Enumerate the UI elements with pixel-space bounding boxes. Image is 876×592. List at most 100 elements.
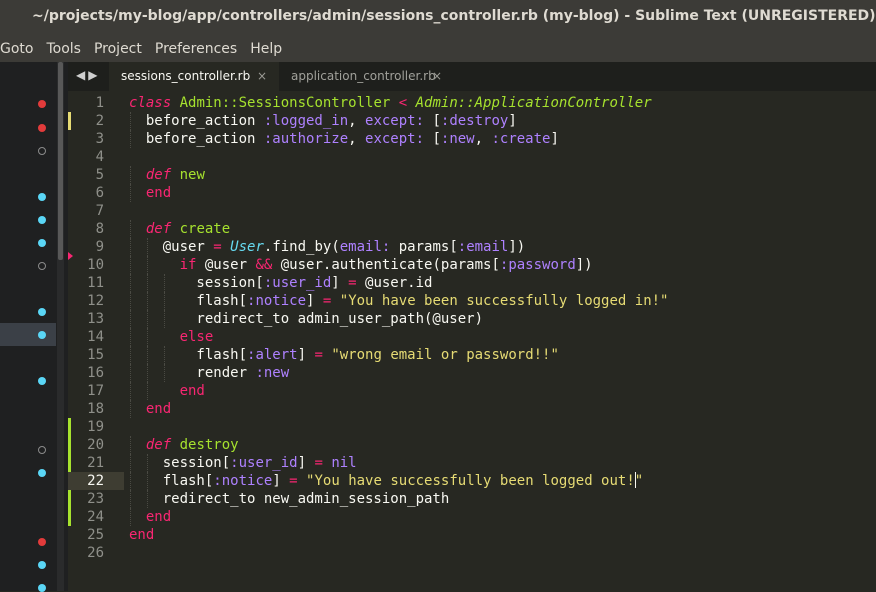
code-token: Admin::SessionsController [179,95,391,111]
code-token: params[ [390,239,458,255]
code-line[interactable]: redirect_to new_admin_session_path [129,490,876,508]
menu-help[interactable]: Help [244,41,288,57]
code-token: :notice [213,473,273,489]
code-token: @user [129,239,214,255]
code-token: [ [424,113,441,129]
code-token: = [348,275,357,291]
code-line[interactable]: def create [129,220,876,238]
code-line[interactable] [129,418,876,436]
code-line[interactable]: end [129,382,876,400]
file-dot [38,193,46,201]
code-line[interactable]: end [129,400,876,418]
code-token: "You have been successfully logged in!" [339,293,669,309]
file-dot [38,239,46,247]
file-dot [38,561,46,569]
indent-guide [163,292,165,310]
indent-guide [146,382,148,400]
code-line[interactable]: def destroy [129,436,876,454]
menu-tools[interactable]: Tools [40,41,87,57]
code-token: new [179,167,205,183]
code-token: session[ [129,455,231,471]
indent-guide [130,238,131,256]
code-line[interactable]: redirect_to admin_user_path(@user) [129,310,876,328]
code-token: && [255,257,273,273]
tab-label: sessions_controller.rb [121,69,251,83]
menu-bar: Goto Tools Project Preferences Help [0,35,876,62]
code-token: ] [508,113,517,129]
menu-goto[interactable]: Goto [0,41,39,57]
indent-guide [146,490,148,508]
code-line[interactable]: end [129,526,876,544]
indent-guide [146,310,148,328]
code-line[interactable]: if @user && @user.authenticate(params[:p… [129,256,876,274]
file-dot [38,377,46,385]
line-number: 16 [87,365,104,381]
code-token: " [634,473,644,489]
menu-project[interactable]: Project [88,41,148,57]
code-line[interactable]: class Admin::SessionsController < Admin:… [129,94,876,112]
code-token: before_action [129,113,264,129]
menu-preferences[interactable]: Preferences [149,41,243,57]
code-token: @user.id [356,275,433,291]
code-editor[interactable]: class Admin::SessionsController < Admin:… [129,94,876,562]
chevron-right-icon[interactable]: ▶ [88,68,100,82]
code-token: :password [499,257,576,273]
code-token: ] [297,347,315,363]
code-token: = [314,347,323,363]
code-token: :email [457,239,509,255]
tab-nav: ◀▶ [76,68,100,82]
code-line[interactable]: before_action :authorize, except: [:new,… [129,130,876,148]
code-line[interactable]: @user = User.find_by(email: params[:emai… [129,238,876,256]
code-line[interactable]: end [129,184,876,202]
close-icon[interactable]: × [432,62,442,91]
indent-guide [146,472,148,490]
line-number: 10 [87,257,104,273]
code-line[interactable]: flash[:notice] = "You have been successf… [129,292,876,310]
folder-ring-icon [38,262,46,270]
line-number: 19 [87,419,104,435]
sidebar-selected-item[interactable] [0,323,56,346]
code-token: ] [306,293,323,309]
code-line[interactable]: flash[:notice] = "You have successfully … [129,472,876,490]
code-token: [ [424,131,441,147]
code-line[interactable] [129,544,876,562]
code-line[interactable]: end [129,508,876,526]
code-line[interactable] [129,148,876,166]
chevron-left-icon[interactable]: ◀ [76,68,88,82]
line-number-gutter: 1 2 3 4 5 6 7 8 9 10 11 12 13 14 15 16 17 18 19 20 21 22 23 24 2… [68,94,124,562]
code-line[interactable]: session[:user_id] = nil [129,454,876,472]
file-dirty-dot [38,100,46,108]
code-line[interactable]: before_action :logged_in, except: [:dest… [129,112,876,130]
code-line[interactable]: def new [129,166,876,184]
code-token: def [145,221,172,237]
tab-sessions-controller[interactable]: sessions_controller.rb × [109,62,279,91]
indent-guide [146,274,148,292]
line-number: 11 [87,275,104,291]
code-token: ] [550,131,559,147]
file-dirty-dot [38,538,46,546]
line-number: 22 [68,472,124,490]
code-token: end [129,527,155,543]
indent-guide [146,454,148,472]
code-line[interactable]: else [129,328,876,346]
line-number: 13 [87,311,104,327]
line-number: 14 [87,329,104,345]
line-number: 3 [95,131,104,147]
close-icon[interactable]: × [257,62,267,91]
tab-application-controller[interactable]: application_controller.rb × [279,62,454,91]
code-token: ] [331,275,349,291]
code-line[interactable]: session[:user_id] = @user.id [129,274,876,292]
line-number: 9 [95,239,104,255]
code-line[interactable] [129,202,876,220]
sidebar-scrollbar-thumb[interactable] [58,62,63,260]
code-token: .find_by( [263,239,340,255]
code-line[interactable]: render :new [129,364,876,382]
code-token: :alert [247,347,298,363]
code-line[interactable]: flash[:alert] = "wrong email or password… [129,346,876,364]
code-token: "You have successfully been logged out! [306,473,635,489]
